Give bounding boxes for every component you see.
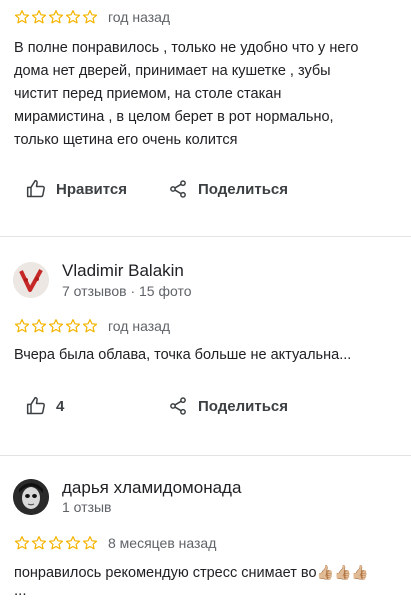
share-icon [170,180,186,198]
star-outline-icon [82,10,98,24]
review-text-line: чистит перед приемом, на столе стакан [14,86,282,102]
author-name[interactable]: Vladimir Balakin [62,261,184,281]
star-outline-icon [31,536,47,550]
review-text: В полне понравилось , только не удобно ч… [14,37,404,152]
review-text-line: дома нет дверей, принимает на кушетке , … [14,63,331,79]
star-outline-icon [31,10,47,24]
review-divider [0,455,411,456]
like-count: 4 [56,397,65,415]
star-outline-icon [48,10,64,24]
thumbs-up-emoji: 👍🏼👍🏼👍🏼 [316,564,369,580]
share-button[interactable]: Поделиться [168,396,288,416]
star-outline-icon [65,536,81,550]
review-time: год назад [108,9,171,25]
rating-stars [14,318,98,334]
more-ellipsis[interactable]: ... [14,582,27,599]
rating-stars [14,9,98,25]
share-label: Поделиться [198,397,289,415]
author-name[interactable]: дарья хламидомонада [62,478,241,498]
avatar[interactable] [13,479,49,515]
thumbs-up-icon [26,179,45,198]
star-outline-icon [31,319,47,333]
star-outline-icon [14,536,30,550]
star-outline-icon [65,319,81,333]
avatar-logo-icon [13,262,49,298]
share-button[interactable]: Поделиться [168,179,288,199]
like-label: Нравится [56,180,128,198]
share-icon [170,397,186,415]
avatar[interactable] [13,262,49,298]
star-outline-icon [65,10,81,24]
review-time: год назад [108,318,171,334]
review-text: понравилось рекомендую стресс снимает во… [14,561,409,585]
review-text-line: мирамистина , в целом берет в рот нормал… [14,109,334,125]
star-outline-icon [82,319,98,333]
avatar-face-icon [13,479,49,515]
author-stats: 1 отзыв [62,499,112,515]
rating-stars [14,535,98,551]
review-text-content: понравилось рекомендую стресс снимает во [14,565,317,581]
review-text: Вчера была облава, точка больше не актуа… [14,347,352,363]
like-button[interactable]: 4 [26,396,64,416]
like-button[interactable]: Нравится [26,179,127,199]
review-text-line: только щетина его очень колится [14,132,238,148]
review-time: 8 месяцев назад [108,535,217,551]
share-label: Поделиться [198,180,289,198]
author-stats: 7 отзывов · 15 фото [62,283,192,299]
star-outline-icon [48,536,64,550]
star-outline-icon [82,536,98,550]
review-text-line: В полне понравилось , только не удобно ч… [14,40,359,56]
star-outline-icon [14,10,30,24]
star-outline-icon [48,319,64,333]
star-outline-icon [14,319,30,333]
review-divider [0,236,411,237]
thumbs-up-icon [26,396,45,415]
